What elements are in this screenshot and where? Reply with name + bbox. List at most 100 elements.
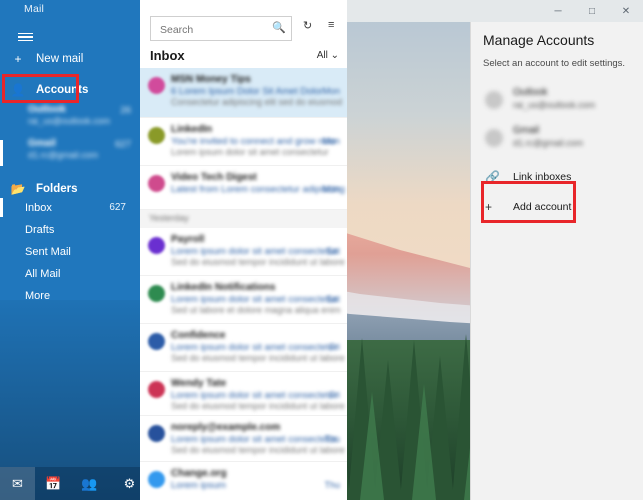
app-title: Mail: [24, 3, 45, 15]
flyout-account-name: Outlook: [513, 87, 548, 98]
message-sender: Confidence: [171, 330, 226, 341]
message-date: Sat: [326, 246, 340, 256]
message-sender: Wendy Tate: [171, 378, 227, 389]
filter-value: All: [316, 50, 328, 61]
message-list-item[interactable]: noreply@example.com Lorem ipsum dolor si…: [140, 416, 347, 462]
people-icon[interactable]: 👥: [72, 467, 107, 500]
message-date: Mon: [322, 86, 340, 96]
chevron-down-icon: ⌄: [330, 50, 339, 61]
accounts-button[interactable]: 👤 Accounts: [0, 75, 140, 104]
account-address: rai_us@outlook.com: [28, 116, 111, 126]
minimize-button[interactable]: ─: [541, 0, 575, 22]
message-preview: Lorem ipsum dolor sit amet consectetur: [171, 147, 329, 157]
avatar: [148, 425, 165, 442]
message-list-pane: 🔍 ↻ ≡ Inbox All ⌄ MSN Money Tips 6 Lorem…: [140, 0, 347, 500]
message-subject: 6 Lorem Ipsum Dolor Sit Amet Dolor: [171, 86, 324, 97]
mail-icon[interactable]: ✉: [0, 467, 35, 500]
avatar: [485, 91, 503, 109]
folder-selected-indicator: [0, 198, 3, 217]
nav-bottom-bar: ✉ 📅 👥 ⚙: [0, 467, 140, 500]
message-list-item[interactable]: LinkedIn Notifications Lorem ipsum dolor…: [140, 276, 347, 324]
avatar: [148, 237, 165, 254]
message-list-item[interactable]: MSN Money Tips 6 Lorem Ipsum Dolor Sit A…: [140, 68, 347, 118]
flyout-account-item-gmail[interactable]: Gmail d1.rc@gmail.com: [471, 120, 643, 158]
folders-label: Folders: [36, 182, 78, 195]
message-subject: Lorem ipsum dolor sit amet consectetur: [171, 294, 338, 305]
search-input[interactable]: [158, 17, 272, 42]
calendar-icon[interactable]: 📅: [36, 467, 71, 500]
inbox-header: Inbox: [150, 48, 185, 63]
avatar: [148, 127, 165, 144]
message-list-item[interactable]: Wendy Tate Lorem ipsum dolor sit amet co…: [140, 372, 347, 416]
folder-label: Sent Mail: [25, 245, 71, 258]
link-inboxes-label: Link inboxes: [513, 171, 572, 183]
flyout-account-name: Gmail: [513, 125, 540, 136]
new-mail-label: New mail: [36, 52, 84, 65]
folder-count: 627: [109, 202, 126, 213]
avatar: [148, 77, 165, 94]
message-sender: LinkedIn: [171, 124, 213, 135]
account-unread-count: 26: [120, 105, 131, 116]
message-date: Sat: [326, 294, 340, 304]
close-button[interactable]: ✕: [609, 0, 643, 22]
flyout-account-item-outlook[interactable]: Outlook rai_us@outlook.com: [471, 82, 643, 120]
message-list-item[interactable]: Video Tech Digest Latest from Lorem cons…: [140, 166, 347, 210]
desktop-screen: ─ □ ✕ Mail + New mail 👤 Accounts Outlook…: [0, 0, 643, 500]
avatar: [148, 471, 165, 488]
folder-label: Drafts: [25, 223, 55, 236]
add-account-label: Add account: [513, 201, 572, 213]
folder-label: Inbox: [25, 201, 52, 214]
message-sender: Video Tech Digest: [171, 172, 257, 183]
message-subject: You're invited to connect and grow now: [171, 136, 336, 147]
account-unread-count: 627: [115, 139, 131, 150]
add-account-button[interactable]: + Add account: [471, 192, 643, 222]
account-address: d1.rc@gmail.com: [28, 150, 99, 160]
message-list-item[interactable]: LinkedIn You're invited to connect and g…: [140, 118, 347, 166]
navigation-pane: Mail + New mail 👤 Accounts Outlook rai_u…: [0, 0, 140, 500]
new-mail-button[interactable]: + New mail: [0, 44, 140, 73]
message-list-item[interactable]: Payroll Lorem ipsum dolor sit amet conse…: [140, 228, 347, 276]
message-list-item[interactable]: Confidence Lorem ipsum dolor sit amet co…: [140, 324, 347, 372]
message-preview: Sed do eiusmod tempor incididunt ut labo…: [171, 257, 345, 267]
message-subject: Lorem ipsum: [171, 480, 226, 491]
accounts-label: Accounts: [36, 83, 89, 96]
sort-options-icon[interactable]: ≡: [328, 19, 334, 31]
message-date: Mon: [322, 136, 340, 146]
avatar: [148, 175, 165, 192]
message-sender: LinkedIn Notifications: [171, 282, 276, 293]
flyout-title: Manage Accounts: [483, 32, 595, 48]
message-subject: Lorem ipsum dolor sit amet consectetur: [171, 246, 338, 257]
account-name: Outlook: [28, 104, 66, 115]
message-preview: Sed ut labore et dolore magna aliqua eni…: [171, 305, 341, 315]
person-icon: 👤: [10, 82, 26, 97]
maximize-button[interactable]: □: [575, 0, 609, 22]
message-preview: Sed do eiusmod tempor incididunt ut labo…: [171, 401, 345, 411]
search-box[interactable]: 🔍: [150, 16, 292, 42]
folder-item-more[interactable]: More: [0, 282, 140, 309]
message-subject: Lorem ipsum dolor sit amet consectetur: [171, 434, 338, 445]
avatar: [148, 381, 165, 398]
folder-icon: 📂: [10, 181, 26, 196]
message-sender: Payroll: [171, 234, 205, 245]
message-date: Thu: [324, 480, 340, 490]
message-preview: Sed do eiusmod tempor incididunt ut labo…: [171, 353, 345, 363]
section-label: Yesterday: [149, 213, 189, 223]
avatar: [148, 285, 165, 302]
message-preview: Sed do eiusmod tempor incididunt ut labo…: [171, 445, 345, 455]
message-sender: MSN Money Tips: [171, 74, 251, 85]
message-date: Mon: [322, 184, 340, 194]
search-icon[interactable]: 🔍: [272, 21, 286, 34]
plus-icon: +: [485, 200, 493, 214]
message-preview: Consectetur adipiscing elit sed do eiusm…: [171, 97, 343, 107]
flyout-account-email: d1.rc@gmail.com: [513, 138, 584, 148]
sync-icon[interactable]: ↻: [303, 19, 312, 32]
account-item-gmail[interactable]: Gmail d1.rc@gmail.com 627: [0, 136, 140, 170]
filter-dropdown[interactable]: All ⌄: [317, 50, 339, 61]
link-inboxes-button[interactable]: 🔗 Link inboxes: [471, 162, 643, 192]
message-subject: Lorem ipsum dolor sit amet consectetur: [171, 342, 338, 353]
message-list-item[interactable]: Change.org Lorem ipsum Thu: [140, 462, 347, 500]
account-item-outlook[interactable]: Outlook rai_us@outlook.com 26: [0, 102, 140, 136]
window-controls: ─ □ ✕: [541, 0, 643, 22]
list-section-header: Yesterday: [140, 210, 347, 228]
folder-label: More: [25, 289, 51, 302]
